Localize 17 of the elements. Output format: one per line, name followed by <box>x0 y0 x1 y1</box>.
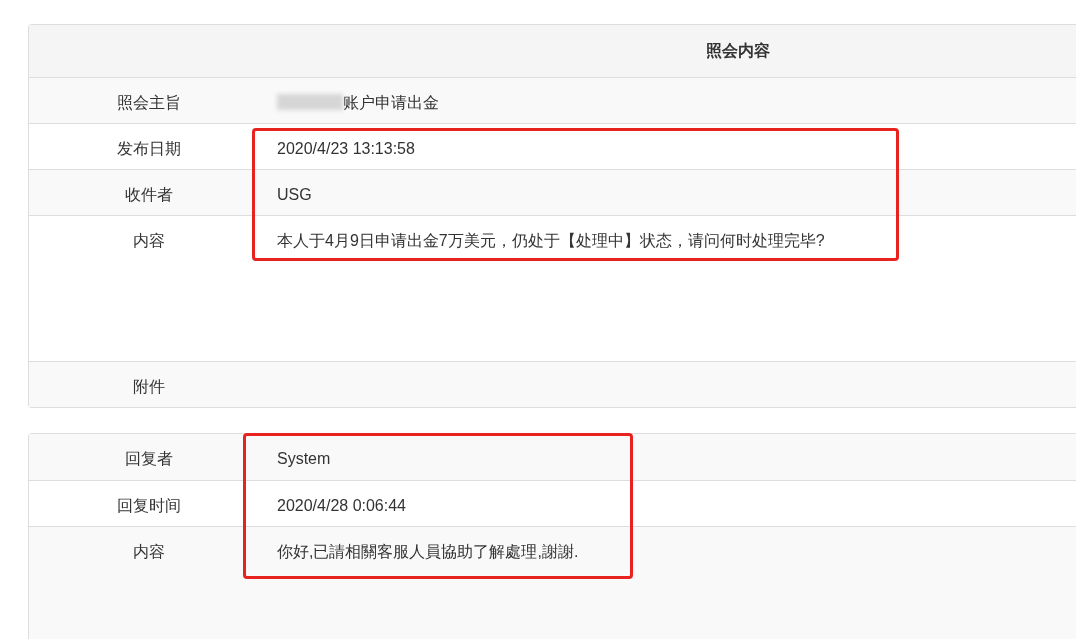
table-heading: 照会内容 <box>706 41 770 61</box>
field-label: 回复时间 <box>116 496 182 516</box>
redaction-blur <box>277 94 343 110</box>
field-label: 内容 <box>132 231 166 251</box>
field-label: 内容 <box>132 542 166 562</box>
field-value: 2020/4/23 13:13:58 <box>277 139 415 159</box>
field-value: 账户申请出金 <box>343 93 439 113</box>
field-label: 发布日期 <box>116 139 182 159</box>
field-value: USG <box>277 185 312 205</box>
field-label: 收件者 <box>124 185 174 205</box>
field-label: 附件 <box>132 377 166 397</box>
field-label: 回复者 <box>124 449 174 469</box>
field-value: 你好,已請相關客服人員協助了解處理,謝謝. <box>277 542 579 562</box>
field-label: 照会主旨 <box>116 93 182 113</box>
field-value: 本人于4月9日申请出金7万美元，仍处于【处理中】状态，请问何时处理完毕? <box>277 231 825 251</box>
field-value: 2020/4/28 0:06:44 <box>277 496 406 516</box>
field-value: System <box>277 449 331 469</box>
